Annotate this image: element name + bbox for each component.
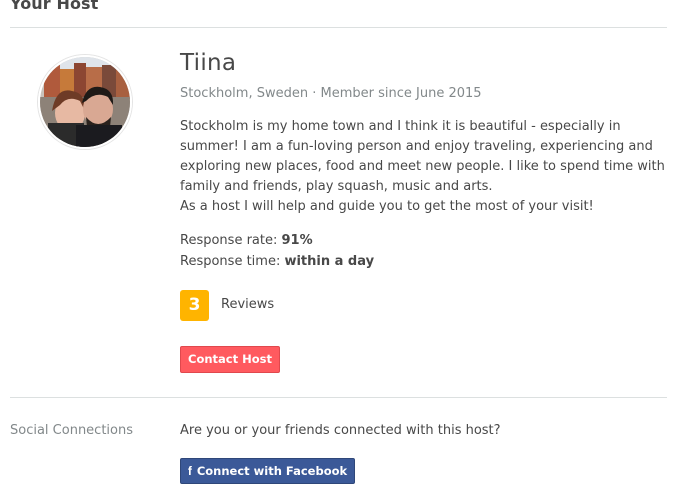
social-connections-question: Are you or your friends connected with t… xyxy=(180,423,501,438)
connect-facebook-label: Connect with Facebook xyxy=(196,464,348,478)
host-meta: Stockholm, Sweden · Member since June 20… xyxy=(180,86,482,101)
top-divider xyxy=(10,27,667,28)
connect-facebook-button[interactable]: f Connect with Facebook xyxy=(180,458,355,484)
contact-host-button[interactable]: Contact Host xyxy=(180,346,280,373)
social-connections-label: Social Connections xyxy=(10,423,134,438)
section-title: Your Host xyxy=(10,0,99,13)
response-time: Response time: within a day xyxy=(180,254,374,269)
reviews-count-badge[interactable]: 3 xyxy=(180,290,209,321)
host-name: Tiina xyxy=(180,50,237,76)
facebook-icon: f xyxy=(187,464,192,478)
host-about-paragraph: As a host I will help and guide you to g… xyxy=(180,199,594,214)
host-location: Stockholm, Sweden xyxy=(180,86,309,101)
section-divider xyxy=(10,397,667,398)
response-rate-value: 91% xyxy=(281,233,313,248)
response-rate-label: Response rate: xyxy=(180,233,282,248)
host-about-paragraph: Stockholm is my home town and I think it… xyxy=(180,119,665,194)
host-member-since: Member since June 2015 xyxy=(320,86,482,101)
response-rate: Response rate: 91% xyxy=(180,233,313,248)
host-photo-icon xyxy=(40,57,130,147)
response-time-label: Response time: xyxy=(180,254,285,269)
meta-separator: · xyxy=(308,86,321,101)
host-about: Stockholm is my home town and I think it… xyxy=(180,117,670,217)
response-time-value: within a day xyxy=(284,254,375,269)
host-avatar[interactable] xyxy=(38,55,132,149)
reviews-link[interactable]: Reviews xyxy=(221,297,274,312)
